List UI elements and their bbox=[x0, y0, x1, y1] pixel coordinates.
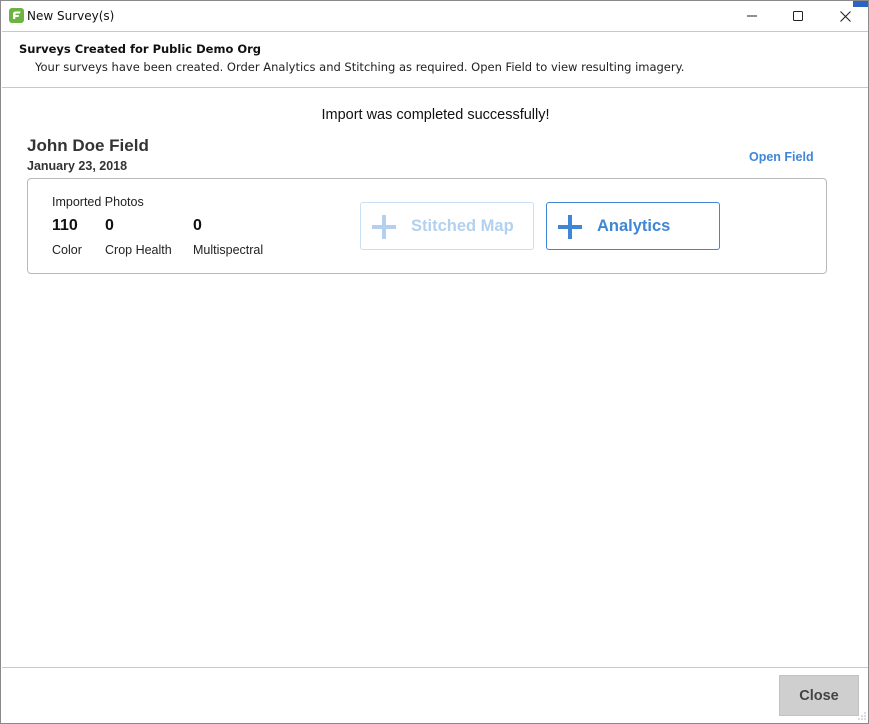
close-icon bbox=[839, 10, 851, 22]
app-logo-icon bbox=[9, 8, 24, 23]
maximize-icon bbox=[793, 11, 803, 21]
imported-photos-label: Imported Photos bbox=[52, 195, 144, 209]
multispectral-count: 0 bbox=[193, 217, 202, 234]
stitched-map-button[interactable]: Stitched Map bbox=[360, 202, 534, 250]
minimize-icon bbox=[747, 15, 757, 17]
dialog-header: Surveys Created for Public Demo Org Your… bbox=[2, 31, 868, 88]
color-label: Color bbox=[52, 243, 82, 257]
footer-divider bbox=[2, 667, 868, 668]
open-field-link[interactable]: Open Field bbox=[749, 150, 814, 164]
plus-icon bbox=[558, 215, 582, 239]
window-title: New Survey(s) bbox=[27, 9, 115, 23]
analytics-button[interactable]: Analytics bbox=[546, 202, 720, 250]
multispectral-label: Multispectral bbox=[193, 243, 264, 257]
stitched-map-label: Stitched Map bbox=[411, 217, 514, 235]
crop-health-count: 0 bbox=[105, 217, 114, 234]
import-status-message: Import was completed successfully! bbox=[321, 107, 550, 123]
maximize-button[interactable] bbox=[775, 1, 821, 31]
header-title: Surveys Created for Public Demo Org bbox=[19, 42, 262, 56]
header-subtitle: Your surveys have been created. Order An… bbox=[35, 60, 685, 74]
field-date: January 23, 2018 bbox=[27, 159, 128, 173]
new-surveys-window: New Survey(s) Surveys Created for Public… bbox=[0, 0, 869, 724]
field-name: John Doe Field bbox=[27, 136, 149, 155]
title-bar[interactable]: New Survey(s) bbox=[1, 1, 868, 31]
close-button[interactable]: Close bbox=[779, 675, 859, 716]
window-close-button[interactable] bbox=[822, 1, 868, 31]
minimize-button[interactable] bbox=[729, 1, 775, 31]
crop-health-label: Crop Health bbox=[105, 243, 172, 257]
survey-card: Imported Photos 110 0 0 Color Crop Healt… bbox=[27, 178, 827, 274]
plus-icon bbox=[372, 215, 396, 239]
analytics-label: Analytics bbox=[597, 217, 671, 235]
color-count: 110 bbox=[52, 217, 78, 234]
resize-grip-icon[interactable] bbox=[857, 711, 867, 721]
